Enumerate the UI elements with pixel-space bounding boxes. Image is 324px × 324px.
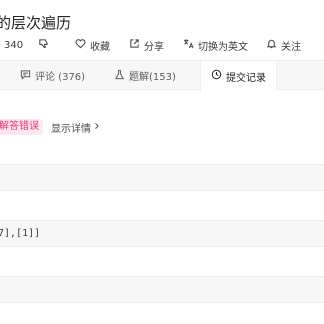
dislike-button[interactable]: [38, 36, 49, 54]
bell-icon: [266, 38, 277, 52]
status-badge: 解答错误: [0, 119, 43, 135]
follow-label: 关注: [281, 41, 301, 53]
output-snippet: 7],[1]]: [0, 228, 41, 239]
clock-icon: [211, 69, 222, 83]
tab-solutions[interactable]: 题解(153): [114, 61, 176, 90]
detail-row: [0, 302, 324, 324]
comment-icon: [20, 69, 31, 83]
tab-comments[interactable]: 评论 (376): [20, 61, 85, 90]
show-details-link[interactable]: 显示详情: [51, 120, 100, 135]
detail-header-row: [0, 164, 324, 190]
tab-submissions-label: 提交记录: [226, 72, 266, 84]
tab-comments-label: 评论 (376): [35, 72, 86, 83]
favorite-button[interactable]: 收藏: [75, 36, 110, 54]
flask-icon: [114, 69, 125, 83]
switch-language-button[interactable]: 切换为英文: [183, 36, 248, 54]
translate-icon: [183, 38, 194, 52]
share-button[interactable]: 分享: [129, 36, 164, 54]
submission-page: 的层次遍历 340 收藏 分享 切换为英文 关注 评论 (376) 题解(153…: [0, 0, 324, 324]
problem-actions: 340 收藏 分享 切换为英文 关注: [0, 36, 324, 54]
dislike-count: 340: [4, 39, 24, 51]
tab-bar: 评论 (376) 题解(153) 提交记录: [0, 60, 324, 91]
chevron-right-icon: [94, 122, 100, 133]
share-label: 分享: [144, 41, 164, 53]
detail-row: [0, 246, 324, 276]
switch-language-label: 切换为英文: [198, 41, 248, 53]
share-icon: [129, 38, 140, 52]
follow-button[interactable]: 关注: [266, 36, 301, 54]
show-details-label: 显示详情: [51, 123, 91, 135]
like-button[interactable]: 340: [4, 36, 23, 54]
tab-solutions-label: 题解(153): [129, 72, 176, 83]
favorite-label: 收藏: [90, 41, 110, 53]
output-row: 7],[1]]: [0, 220, 324, 246]
submission-result: 解答错误 显示详情: [0, 118, 100, 136]
thumbs-down-icon: [38, 38, 49, 52]
tab-submissions[interactable]: 提交记录: [200, 61, 277, 91]
problem-title: 的层次遍历: [0, 14, 72, 32]
detail-row: [0, 190, 324, 220]
heart-icon: [75, 38, 86, 52]
expected-row: [0, 276, 324, 302]
